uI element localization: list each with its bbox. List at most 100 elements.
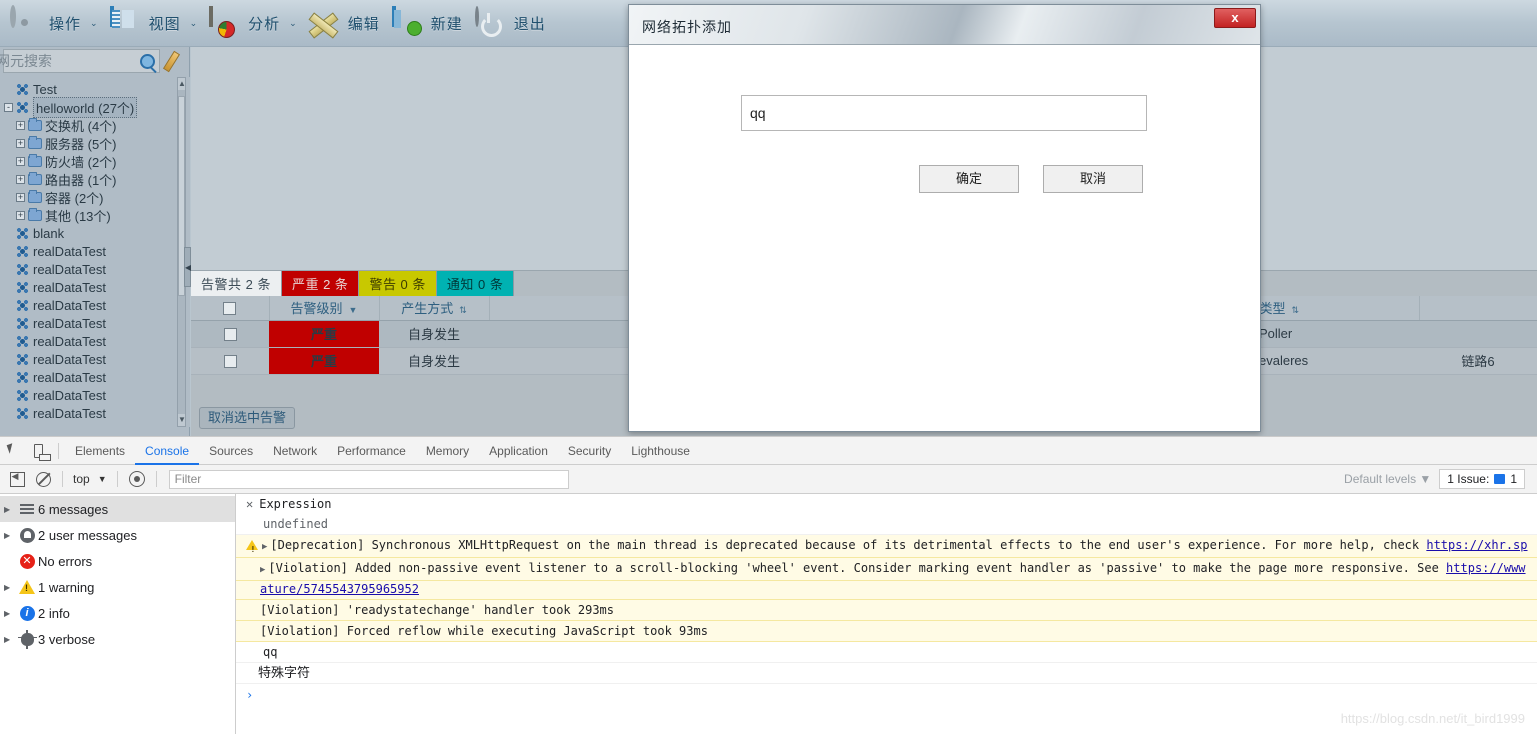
- tree-node[interactable]: realDataTest: [0, 368, 190, 386]
- clear-console-icon[interactable]: [30, 466, 56, 492]
- topology-name-input[interactable]: qq: [741, 95, 1147, 131]
- column-header-extra[interactable]: [1419, 296, 1537, 320]
- chevron-right-icon[interactable]: ▶: [4, 583, 16, 592]
- tree-expand-toggle[interactable]: +: [16, 193, 25, 202]
- log-levels-dropdown[interactable]: Default levels ▼: [1344, 472, 1439, 486]
- cancel-button[interactable]: 取消: [1043, 165, 1143, 193]
- close-icon[interactable]: x: [1214, 8, 1256, 28]
- tree-node-firewalls[interactable]: + 防火墙 (2个): [0, 152, 190, 170]
- chevron-down-icon[interactable]: ⌄: [90, 18, 98, 29]
- live-expression-eye-icon[interactable]: [124, 466, 150, 492]
- confirm-button[interactable]: 确定: [919, 165, 1019, 193]
- toolbar-item-exit[interactable]: 退出: [469, 0, 552, 47]
- tree-expand-toggle[interactable]: +: [16, 211, 25, 220]
- tree-node-helloworld[interactable]: - helloworld (27个): [0, 98, 190, 116]
- live-expression-row[interactable]: ✕Expression: [236, 494, 1537, 514]
- tree-node[interactable]: realDataTest: [0, 314, 190, 332]
- tab-elements[interactable]: Elements: [65, 437, 135, 465]
- chevron-right-icon[interactable]: ▶: [4, 531, 16, 540]
- device-toolbar-icon[interactable]: [26, 438, 52, 464]
- console-filter-input[interactable]: Filter: [169, 470, 569, 489]
- console-message-violation-wheel[interactable]: ▶[Violation] Added non-passive event lis…: [236, 558, 1537, 581]
- chevron-down-icon[interactable]: ⌄: [289, 18, 297, 29]
- toolbar-item-edit[interactable]: 编辑: [303, 0, 386, 47]
- sidebar-item-verbose[interactable]: ▶ 3 verbose: [0, 626, 235, 652]
- tree-node[interactable]: realDataTest: [0, 260, 190, 278]
- tab-console[interactable]: Console: [135, 437, 199, 465]
- dialog-title-bar[interactable]: 网络拓扑添加 x: [629, 5, 1260, 45]
- panel-splitter-handle[interactable]: ◀: [184, 247, 191, 287]
- sidebar-item-user-messages[interactable]: ▶ 2 user messages: [0, 522, 235, 548]
- chevron-right-icon[interactable]: ▶: [4, 635, 16, 644]
- console-sidebar-toggle-icon[interactable]: [4, 466, 30, 492]
- tree-node[interactable]: Test: [0, 80, 190, 98]
- alarm-tab-warning[interactable]: 警告 0 条: [359, 271, 436, 296]
- column-header-type[interactable]: 类型⇅: [1249, 296, 1419, 320]
- sidebar-item-messages[interactable]: ▶ 6 messages: [0, 496, 235, 522]
- console-message-violation-readystate[interactable]: [Violation] 'readystatechange' handler t…: [236, 600, 1537, 621]
- console-message-user-special[interactable]: 特殊字符: [236, 663, 1537, 684]
- execution-context-selector[interactable]: top: [69, 472, 94, 486]
- chevron-down-icon[interactable]: ⌄: [190, 18, 198, 29]
- remove-expression-icon[interactable]: ✕: [246, 497, 253, 511]
- tab-lighthouse[interactable]: Lighthouse: [621, 437, 700, 465]
- toolbar-item-new[interactable]: 新建: [386, 0, 469, 47]
- toolbar-item-operations[interactable]: 操作 ⌄: [4, 0, 104, 47]
- sort-icon[interactable]: ⇅: [459, 305, 467, 315]
- select-all-checkbox[interactable]: [223, 302, 236, 315]
- alarm-tab-total[interactable]: 告警共 2 条: [191, 271, 282, 296]
- column-header-level[interactable]: 告警级别▼: [269, 296, 379, 320]
- inspect-element-icon[interactable]: [0, 438, 26, 464]
- tree-expand-toggle[interactable]: +: [16, 157, 25, 166]
- tree-expand-toggle[interactable]: +: [16, 121, 25, 130]
- search-input[interactable]: 网元搜索: [3, 49, 160, 73]
- tree-node-switches[interactable]: + 交换机 (4个): [0, 116, 190, 134]
- tree-node-blank[interactable]: blank: [0, 224, 190, 242]
- tab-network[interactable]: Network: [263, 437, 327, 465]
- tree-node-others[interactable]: + 其他 (13个): [0, 206, 190, 224]
- message-link[interactable]: https://xhr.sp: [1426, 538, 1527, 552]
- issues-badge[interactable]: 1 Issue: 1: [1439, 469, 1525, 489]
- row-checkbox[interactable]: [224, 328, 237, 341]
- tree-node[interactable]: realDataTest: [0, 350, 190, 368]
- tree-expand-toggle[interactable]: +: [16, 175, 25, 184]
- console-message-user-qq[interactable]: qq: [236, 642, 1537, 663]
- select-all-header[interactable]: [191, 296, 269, 320]
- tree-expand-toggle[interactable]: +: [16, 139, 25, 148]
- sidebar-item-errors[interactable]: ✕ No errors: [0, 548, 235, 574]
- console-message-list[interactable]: ✕Expression undefined ▶[Deprecation] Syn…: [236, 494, 1537, 734]
- tree-node[interactable]: realDataTest: [0, 332, 190, 350]
- console-message-deprecation[interactable]: ▶[Deprecation] Synchronous XMLHttpReques…: [236, 535, 1537, 558]
- tab-application[interactable]: Application: [479, 437, 558, 465]
- column-header-source[interactable]: 产生方式⇅: [379, 296, 489, 320]
- message-link-continued[interactable]: ature/5745543795965952: [260, 582, 419, 596]
- scroll-down-icon[interactable]: ▼: [178, 414, 185, 426]
- chevron-right-icon[interactable]: ▶: [4, 505, 16, 514]
- row-select-cell[interactable]: [191, 347, 269, 374]
- tree-node[interactable]: realDataTest: [0, 278, 190, 296]
- tree-node[interactable]: realDataTest: [0, 404, 190, 422]
- tree-collapse-toggle[interactable]: -: [4, 103, 13, 112]
- tree-node-routers[interactable]: + 路由器 (1个): [0, 170, 190, 188]
- toolbar-item-analysis[interactable]: 分析 ⌄: [203, 0, 303, 47]
- pencil-icon[interactable]: [164, 49, 186, 73]
- alarm-tab-severe[interactable]: 严重 2 条: [282, 271, 359, 296]
- tab-security[interactable]: Security: [558, 437, 621, 465]
- tab-performance[interactable]: Performance: [327, 437, 416, 465]
- sort-icon[interactable]: ⇅: [1292, 305, 1300, 315]
- search-icon[interactable]: [140, 54, 155, 69]
- row-select-cell[interactable]: [191, 320, 269, 347]
- alarm-tab-notice[interactable]: 通知 0 条: [437, 271, 514, 296]
- element-tree[interactable]: Test - helloworld (27个) + 交换机 (4个) +: [0, 77, 190, 427]
- tree-node-servers[interactable]: + 服务器 (5个): [0, 134, 190, 152]
- message-link[interactable]: https://www: [1446, 561, 1525, 575]
- console-prompt[interactable]: ›: [236, 684, 1537, 706]
- toolbar-item-view[interactable]: 视图 ⌄: [104, 0, 204, 47]
- chevron-down-icon[interactable]: ▼: [94, 474, 111, 484]
- console-message-violation-wheel-link-wrap[interactable]: ature/5745543795965952: [236, 581, 1537, 600]
- tree-node[interactable]: realDataTest: [0, 386, 190, 404]
- tree-node[interactable]: realDataTest: [0, 296, 190, 314]
- tree-node[interactable]: realDataTest: [0, 242, 190, 260]
- sidebar-item-warnings[interactable]: ▶ 1 warning: [0, 574, 235, 600]
- chevron-right-icon[interactable]: ▶: [4, 609, 16, 618]
